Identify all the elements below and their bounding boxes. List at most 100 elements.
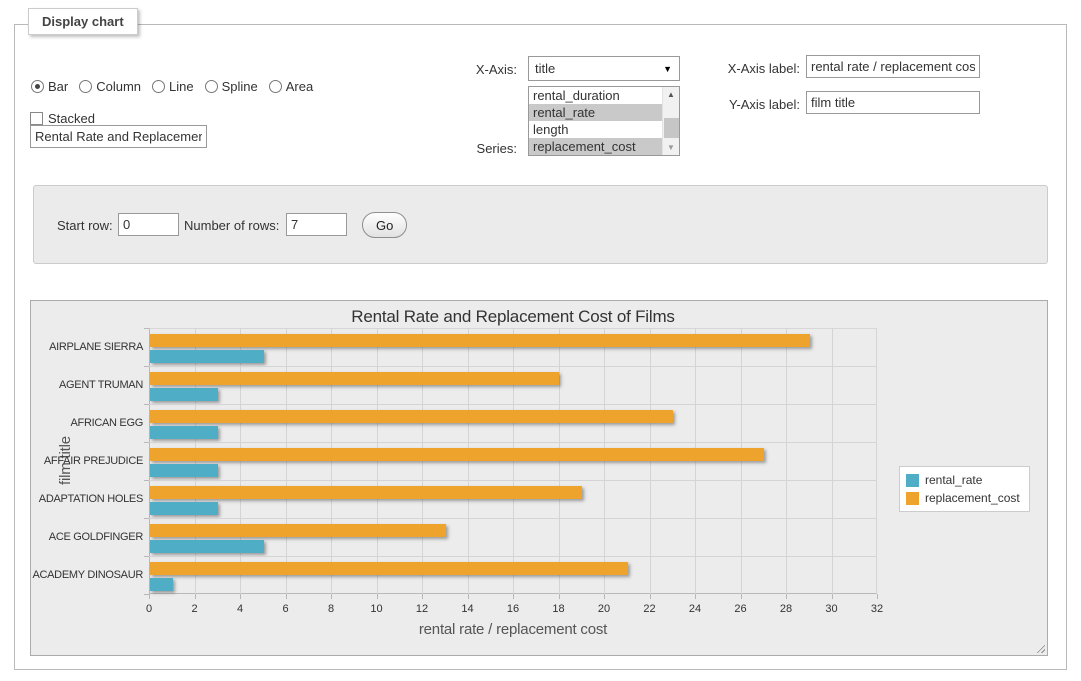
legend-swatch-icon [906, 474, 919, 487]
bar-rental_rate[interactable] [150, 578, 173, 591]
legend-swatch-icon [906, 492, 919, 505]
bar-replacement_cost[interactable] [150, 372, 559, 385]
chart-x-axis-title: rental rate / replacement cost [149, 621, 877, 638]
y-gridline [149, 518, 877, 519]
bar-rental_rate[interactable] [150, 350, 264, 363]
x-tick-mark [331, 594, 332, 599]
legend-item-rental_rate[interactable]: rental_rate [906, 471, 1020, 489]
series-option-length[interactable]: length [529, 121, 662, 138]
y-tick-mark [144, 594, 149, 595]
category-label: AIRPLANE SIERRA [31, 341, 143, 353]
x-gridline [786, 328, 787, 594]
x-tick-label: 2 [191, 603, 197, 615]
series-listbox[interactable]: rental_durationrental_ratelengthreplacem… [528, 86, 680, 156]
series-option-rental_rate[interactable]: rental_rate [529, 104, 662, 121]
chart-title: Rental Rate and Replacement Cost of Film… [149, 307, 877, 327]
radio-icon[interactable] [31, 80, 44, 93]
radio-label: Spline [222, 79, 258, 94]
x-tick-label: 18 [552, 603, 564, 615]
radio-icon[interactable] [205, 80, 218, 93]
y-axis-label-field-label: Y-Axis label: [687, 97, 800, 112]
x-gridline [240, 328, 241, 594]
radio-label: Bar [48, 79, 68, 94]
x-tick-mark [604, 594, 605, 599]
num-rows-input[interactable] [286, 213, 347, 236]
x-tick-mark [286, 594, 287, 599]
x-tick-label: 22 [643, 603, 655, 615]
bar-replacement_cost[interactable] [150, 410, 673, 423]
scrollbar-thumb[interactable] [664, 118, 679, 138]
bar-rental_rate[interactable] [150, 540, 264, 553]
x-gridline [468, 328, 469, 594]
radio-icon[interactable] [152, 80, 165, 93]
scroll-down-icon[interactable]: ▼ [663, 140, 679, 155]
chart-type-radio-bar[interactable]: Bar [31, 79, 68, 94]
y-gridline [149, 404, 877, 405]
fieldset-legend: Display chart [28, 8, 138, 35]
x-tick-label: 0 [146, 603, 152, 615]
x-gridline [741, 328, 742, 594]
y-tick-mark [144, 556, 149, 557]
x-tick-mark [422, 594, 423, 599]
x-tick-label: 24 [689, 603, 701, 615]
chart-type-group: Bar Column Line Spline Area [31, 79, 313, 94]
chart-title-input[interactable] [30, 125, 207, 148]
y-gridline [149, 480, 877, 481]
bar-replacement_cost[interactable] [150, 448, 764, 461]
bar-rental_rate[interactable] [150, 426, 218, 439]
radio-icon[interactable] [269, 80, 282, 93]
series-listbox-scrollbar[interactable]: ▲ ▼ [662, 87, 679, 155]
category-label: AFFAIR PREJUDICE [31, 455, 143, 467]
x-axis-selected-value: title [535, 61, 555, 76]
series-option-rental_duration[interactable]: rental_duration [529, 87, 662, 104]
y-gridline [149, 442, 877, 443]
x-axis-select[interactable]: title ▼ [528, 56, 680, 81]
radio-icon[interactable] [79, 80, 92, 93]
chart-type-radio-column[interactable]: Column [79, 79, 141, 94]
category-label: ACADEMY DINOSAUR [31, 569, 143, 581]
x-gridline [422, 328, 423, 594]
x-tick-mark [468, 594, 469, 599]
radio-label: Column [96, 79, 141, 94]
x-tick-mark [559, 594, 560, 599]
go-button[interactable]: Go [362, 212, 407, 238]
display-chart-fieldset: Display chart BarColumnLineSplineArea St… [14, 24, 1067, 670]
stacked-checkbox-row[interactable]: Stacked [30, 111, 95, 126]
bar-rental_rate[interactable] [150, 388, 218, 401]
start-row-input[interactable] [118, 213, 179, 236]
category-label: ACE GOLDFINGER [31, 531, 143, 543]
scroll-up-icon[interactable]: ▲ [663, 87, 679, 102]
resize-grip-icon[interactable] [1034, 642, 1045, 653]
x-tick-mark [650, 594, 651, 599]
x-tick-label: 16 [507, 603, 519, 615]
x-tick-mark [741, 594, 742, 599]
x-tick-label: 6 [282, 603, 288, 615]
legend-label: replacement_cost [925, 491, 1020, 505]
series-option-replacement_cost[interactable]: replacement_cost [529, 138, 662, 155]
radio-label: Area [286, 79, 313, 94]
page: Display chart Bar Column Line Spline Area St… [0, 0, 1081, 681]
y-axis-label-input[interactable] [806, 91, 980, 114]
chart-type-radio-spline[interactable]: Spline [205, 79, 258, 94]
x-gridline [195, 328, 196, 594]
bar-replacement_cost[interactable] [150, 334, 810, 347]
series-listbox-options: rental_durationrental_ratelengthreplacem… [529, 87, 662, 155]
x-tick-label: 4 [237, 603, 243, 615]
bar-replacement_cost[interactable] [150, 486, 582, 499]
x-axis-label-input[interactable] [806, 55, 980, 78]
bar-replacement_cost[interactable] [150, 524, 446, 537]
stacked-checkbox[interactable] [30, 112, 43, 125]
start-row-label: Start row: [57, 218, 113, 233]
x-axis-label-field-label: X-Axis label: [687, 61, 800, 76]
chart-type-radio-line[interactable]: Line [152, 79, 194, 94]
x-gridline [695, 328, 696, 594]
bar-replacement_cost[interactable] [150, 562, 628, 575]
x-tick-mark [377, 594, 378, 599]
num-rows-label: Number of rows: [184, 218, 279, 233]
bar-rental_rate[interactable] [150, 464, 218, 477]
legend-item-replacement_cost[interactable]: replacement_cost [906, 489, 1020, 507]
category-label: AFRICAN EGG [31, 417, 143, 429]
bar-rental_rate[interactable] [150, 502, 218, 515]
chart-type-radio-area[interactable]: Area [269, 79, 313, 94]
x-tick-mark [195, 594, 196, 599]
